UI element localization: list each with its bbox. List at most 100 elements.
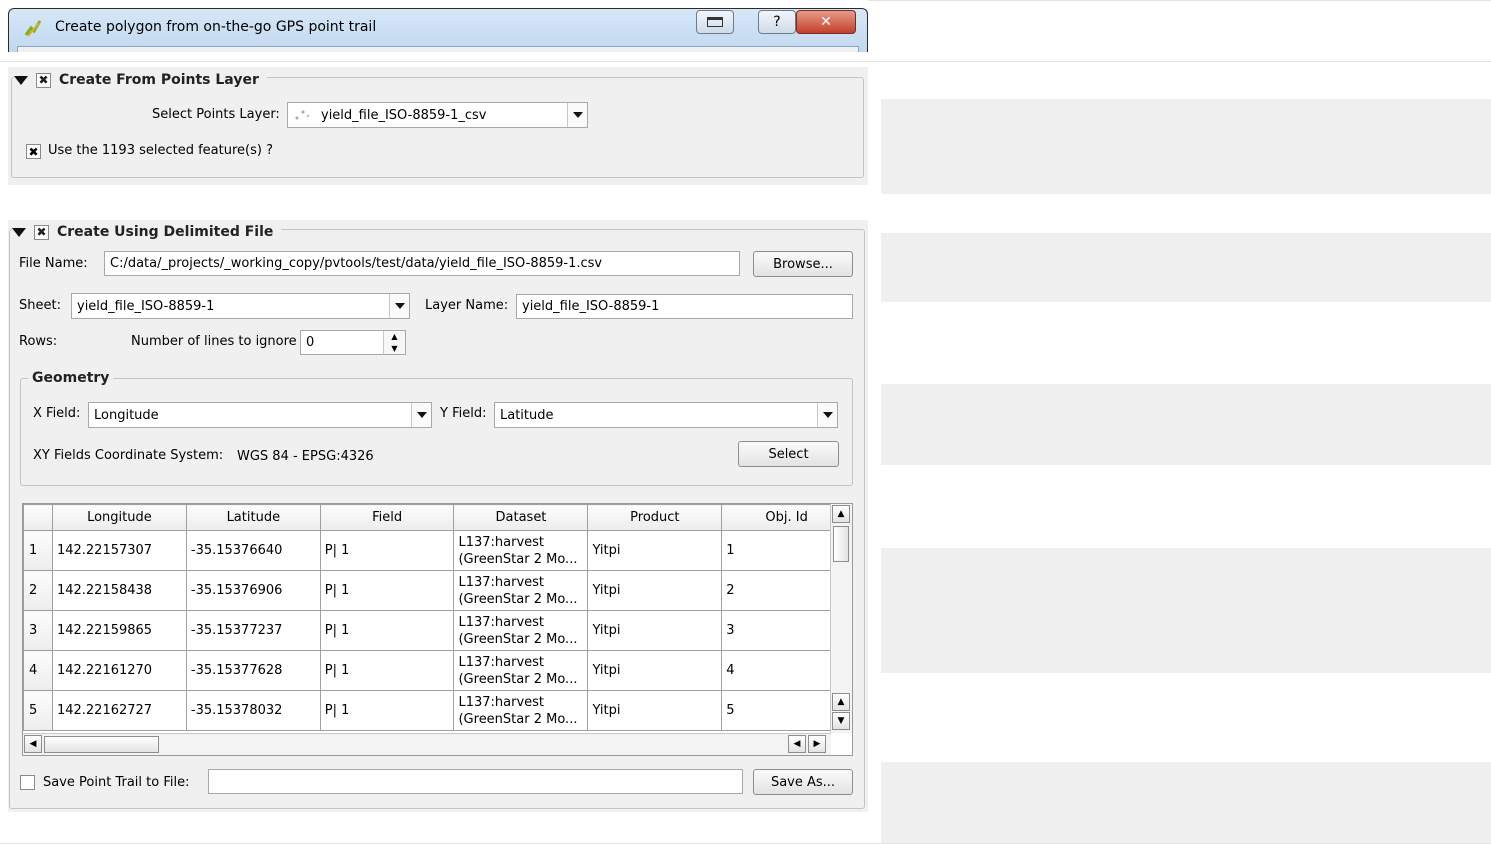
save-trail-checkbox[interactable] — [20, 775, 35, 790]
scroll-thumb[interactable] — [44, 736, 159, 753]
save-as-button[interactable]: Save As... — [753, 769, 853, 795]
cell-product[interactable]: Yitpi — [587, 650, 723, 691]
file-group-checkbox[interactable]: ✖ — [34, 224, 49, 240]
corner-header — [23, 504, 53, 531]
bg-stripe — [881, 548, 1491, 673]
file-group-header[interactable]: ✖ Create Using Delimited File — [12, 222, 282, 242]
cell-latitude[interactable]: -35.15377628 — [185, 650, 321, 691]
file-name-input[interactable]: C:/data/_projects/_working_copy/pvtools/… — [104, 251, 740, 276]
preview-table[interactable]: Longitude Latitude Field Dataset Product… — [22, 503, 853, 756]
divider — [0, 61, 1491, 62]
points-layer-value: yield_file_ISO-8859-1_csv — [321, 107, 487, 123]
save-trail-input[interactable] — [208, 769, 743, 794]
horizontal-scrollbar[interactable]: ◀ ◀ ▶ — [23, 733, 831, 755]
x-field-label: X Field: — [33, 406, 81, 421]
cell-field[interactable]: P| 1 — [319, 650, 455, 691]
sheet-label: Sheet: — [19, 298, 61, 313]
browse-button[interactable]: Browse... — [753, 251, 853, 277]
cell-longitude[interactable]: 142.22162727 — [51, 690, 187, 731]
row-number[interactable]: 5 — [23, 690, 53, 731]
cell-dataset[interactable]: L137:harvest (GreenStar 2 Mo... — [453, 650, 589, 691]
cell-product[interactable]: Yitpi — [587, 690, 723, 731]
cell-latitude[interactable]: -35.15376640 — [185, 530, 321, 571]
column-header-dataset[interactable]: Dataset — [453, 504, 589, 531]
cell-product[interactable]: Yitpi — [587, 530, 723, 571]
rows-label: Rows: — [19, 334, 58, 349]
spinbox-arrows[interactable]: ▲ ▼ — [383, 331, 405, 354]
cell-dataset[interactable]: L137:harvest (GreenStar 2 Mo... — [453, 690, 589, 731]
scroll-left-icon[interactable]: ◀ — [24, 735, 42, 753]
cell-longitude[interactable]: 142.22159865 — [51, 610, 187, 651]
row-number[interactable]: 3 — [23, 610, 53, 651]
cell-field[interactable]: P| 1 — [319, 570, 455, 611]
vertical-scrollbar[interactable]: ▲ ▲ ▼ — [830, 504, 852, 733]
chevron-down-icon[interactable] — [411, 403, 431, 427]
cell-latitude[interactable]: -35.15377237 — [185, 610, 321, 651]
scroll-up-icon[interactable]: ▲ — [832, 693, 850, 711]
ignore-lines-label: Number of lines to ignore — [131, 334, 297, 349]
bg-stripe — [881, 762, 1491, 844]
close-icon: ✕ — [820, 14, 832, 30]
crs-value: WGS 84 - EPSG:4326 — [237, 449, 374, 464]
cell-field[interactable]: P| 1 — [319, 690, 455, 731]
cell-dataset[interactable]: L137:harvest (GreenStar 2 Mo... — [453, 570, 589, 611]
cell-longitude[interactable]: 142.22157307 — [51, 530, 187, 571]
cell-dataset[interactable]: L137:harvest (GreenStar 2 Mo... — [453, 610, 589, 651]
x-field-value: Longitude — [94, 407, 159, 423]
column-header-field[interactable]: Field — [319, 504, 455, 531]
row-number[interactable]: 2 — [23, 570, 53, 611]
table-row[interactable]: 3 142.22159865 -35.15377237 P| 1 L137:ha… — [23, 610, 852, 651]
dataset-line1: L137:harvest — [458, 694, 545, 710]
scroll-down-icon[interactable]: ▼ — [832, 712, 850, 730]
sheet-select[interactable]: yield_file_ISO-8859-1 — [71, 293, 410, 319]
cell-latitude[interactable]: -35.15378032 — [185, 690, 321, 731]
points-group-checkbox[interactable]: ✖ — [36, 72, 51, 88]
scroll-left-icon[interactable]: ◀ — [788, 735, 806, 753]
chevron-down-icon[interactable] — [389, 294, 409, 318]
dataset-line2: (GreenStar 2 Mo... — [458, 631, 578, 647]
help-button[interactable]: ? — [758, 10, 796, 34]
table-row[interactable]: 5 142.22162727 -35.15378032 P| 1 L137:ha… — [23, 690, 852, 731]
chevron-down-icon[interactable] — [567, 103, 587, 127]
x-field-select[interactable]: Longitude — [88, 402, 432, 428]
table-row[interactable]: 2 142.22158438 -35.15376906 P| 1 L137:ha… — [23, 570, 852, 611]
cell-field[interactable]: P| 1 — [319, 610, 455, 651]
points-group-header[interactable]: ✖ Create From Points Layer — [14, 70, 267, 90]
close-button[interactable]: ✕ — [796, 10, 856, 34]
cell-dataset[interactable]: L137:harvest (GreenStar 2 Mo... — [453, 530, 589, 571]
scroll-right-icon[interactable]: ▶ — [808, 735, 826, 753]
spin-down-icon[interactable]: ▼ — [384, 343, 405, 355]
dataset-line1: L137:harvest — [458, 614, 545, 630]
points-layer-select[interactable]: yield_file_ISO-8859-1_csv — [287, 102, 588, 128]
cell-longitude[interactable]: 142.22161270 — [51, 650, 187, 691]
table-row[interactable]: 4 142.22161270 -35.15377628 P| 1 L137:ha… — [23, 650, 852, 691]
y-field-value: Latitude — [500, 407, 554, 423]
cell-field[interactable]: P| 1 — [319, 530, 455, 571]
column-header-latitude[interactable]: Latitude — [185, 504, 321, 531]
ignore-lines-value: 0 — [306, 335, 315, 350]
scroll-thumb[interactable] — [833, 526, 849, 562]
column-header-longitude[interactable]: Longitude — [51, 504, 187, 531]
restore-button[interactable] — [696, 10, 734, 34]
geometry-title: Geometry — [28, 370, 114, 386]
scroll-up-icon[interactable]: ▲ — [832, 505, 850, 523]
select-crs-button[interactable]: Select — [738, 441, 839, 467]
cell-longitude[interactable]: 142.22158438 — [51, 570, 187, 611]
cell-latitude[interactable]: -35.15376906 — [185, 570, 321, 611]
row-number[interactable]: 4 — [23, 650, 53, 691]
chevron-down-icon[interactable] — [817, 403, 837, 427]
row-number[interactable]: 1 — [23, 530, 53, 571]
window-titlebar[interactable]: Create polygon from on-the-go GPS point … — [8, 8, 868, 52]
collapse-triangle-icon[interactable] — [14, 75, 28, 85]
table-row[interactable]: 1 142.22157307 -35.15376640 P| 1 L137:ha… — [23, 530, 852, 571]
spin-up-icon[interactable]: ▲ — [384, 331, 405, 343]
cell-product[interactable]: Yitpi — [587, 570, 723, 611]
layer-name-input[interactable]: yield_file_ISO-8859-1 — [516, 294, 853, 319]
sheet-value: yield_file_ISO-8859-1 — [77, 298, 215, 314]
y-field-select[interactable]: Latitude — [494, 402, 838, 428]
collapse-triangle-icon[interactable] — [12, 227, 26, 237]
column-header-product[interactable]: Product — [587, 504, 723, 531]
cell-product[interactable]: Yitpi — [587, 610, 723, 651]
use-selected-checkbox[interactable]: ✖ — [26, 144, 41, 159]
ignore-lines-spinbox[interactable]: 0 ▲ ▼ — [300, 330, 406, 355]
